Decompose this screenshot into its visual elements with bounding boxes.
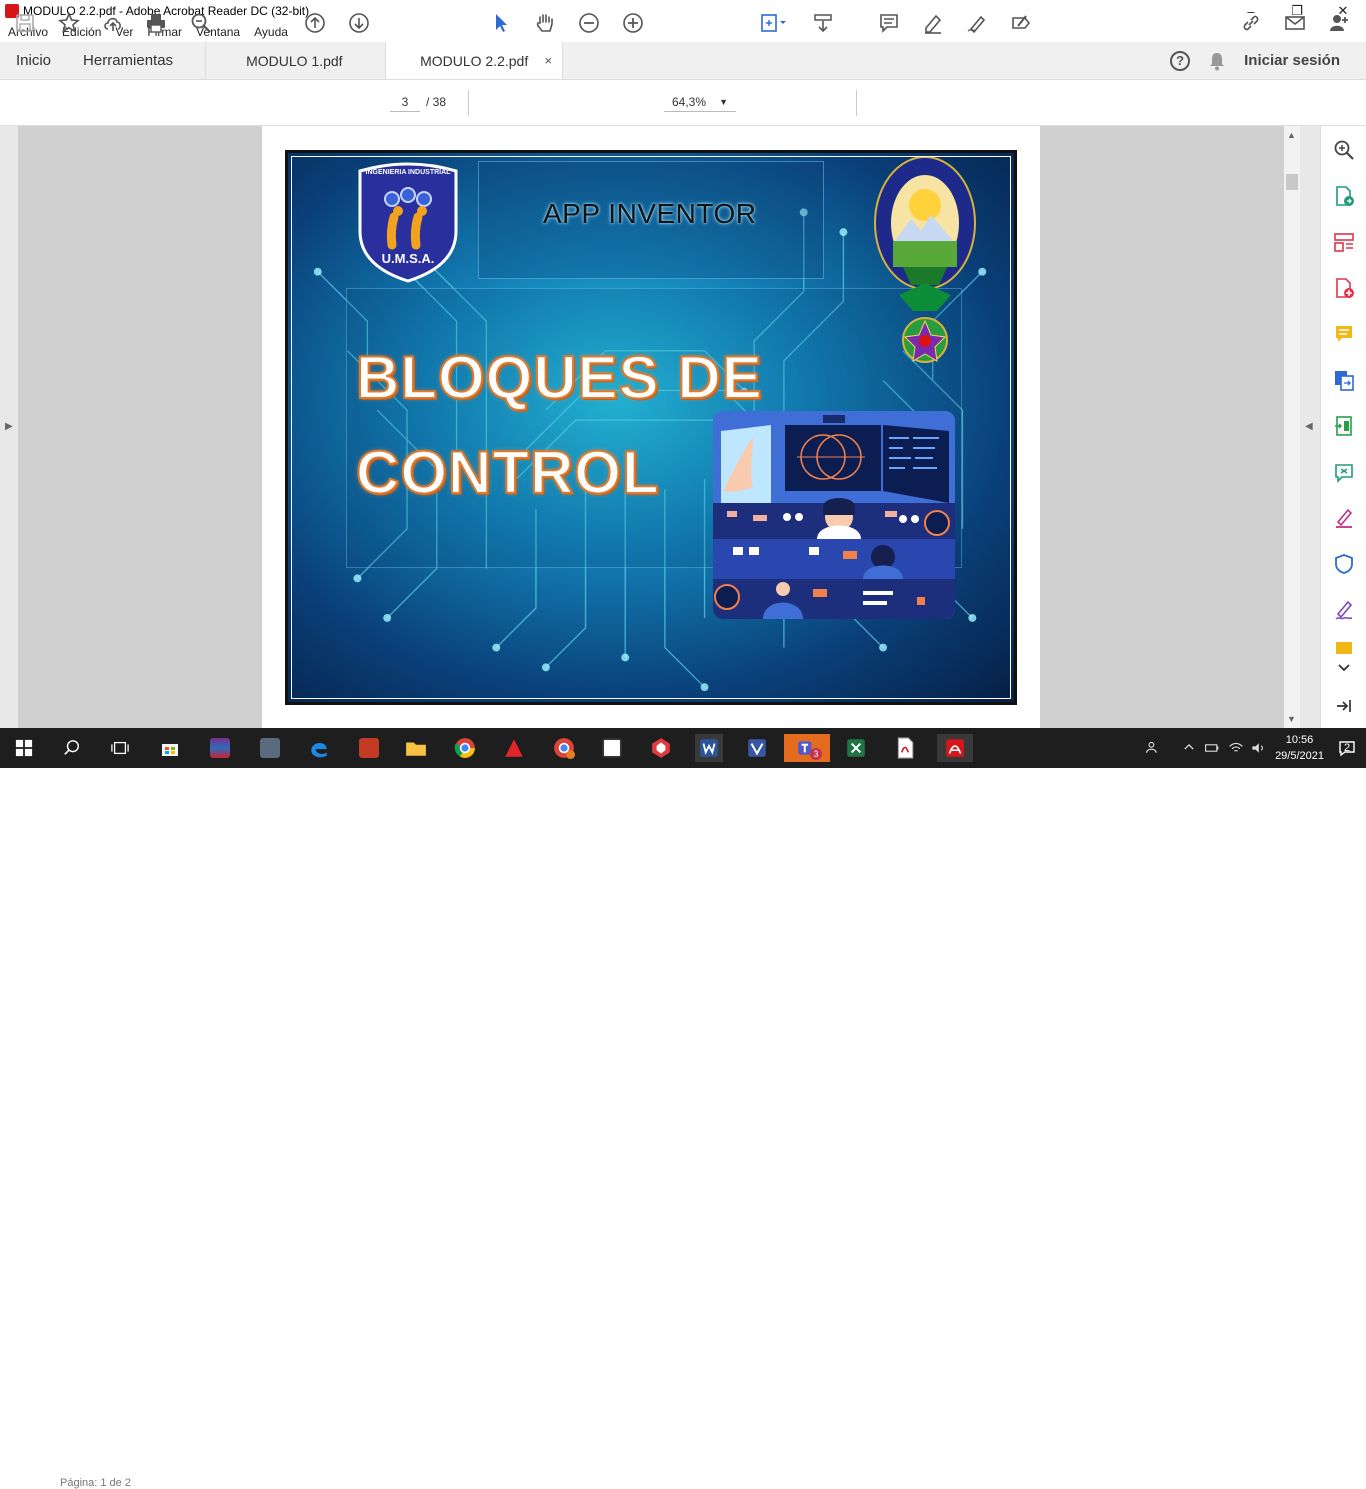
bell-icon[interactable] <box>1208 51 1226 71</box>
tab-document-modulo-2-2[interactable]: MODULO 2.2.pdf × <box>385 42 564 79</box>
pdf-file-icon[interactable] <box>891 734 919 762</box>
store-icon[interactable] <box>156 734 184 762</box>
compress-pdf-icon[interactable] <box>1332 414 1356 438</box>
system-clock[interactable]: 10:56 29/5/2021 <box>1275 732 1324 764</box>
search-zoom-icon[interactable] <box>1332 138 1356 162</box>
chrome-icon[interactable] <box>451 734 479 762</box>
combine-files-icon[interactable] <box>1332 368 1356 392</box>
teams-icon[interactable]: 3 <box>784 734 830 762</box>
fill-and-sign-icon[interactable] <box>1332 506 1356 530</box>
collapse-pane-icon[interactable] <box>1332 694 1356 718</box>
right-panel-toggle[interactable]: ◀ <box>1300 126 1320 728</box>
slide-inner-border <box>291 156 1011 699</box>
tab-home[interactable]: Inicio <box>0 42 67 79</box>
fill-sign-icon[interactable] <box>1008 10 1034 36</box>
teams-badge: 3 <box>810 748 822 760</box>
highlight-pen-icon[interactable] <box>920 10 946 36</box>
left-panel-toggle[interactable]: ▶ <box>0 126 18 728</box>
notification-center-icon[interactable]: 2 <box>1336 737 1358 759</box>
app-icon[interactable] <box>598 734 626 762</box>
zoom-level-select[interactable]: 64,3% ▼ <box>664 92 736 112</box>
sign-in-button[interactable]: Iniciar sesión <box>1244 52 1340 69</box>
search-icon[interactable] <box>58 734 86 762</box>
organize-pages-icon[interactable] <box>1332 230 1356 254</box>
chevron-down-icon: ▼ <box>719 97 728 107</box>
excel-icon[interactable] <box>842 734 870 762</box>
sign-pen-icon[interactable] <box>964 10 990 36</box>
tab-document-modulo-1[interactable]: MODULO 1.pdf <box>205 42 385 79</box>
star-icon[interactable] <box>56 10 82 36</box>
scroll-down-icon[interactable]: ▼ <box>1287 714 1296 724</box>
comment-icon[interactable] <box>876 10 902 36</box>
fit-page-icon[interactable] <box>755 10 791 36</box>
tab-label: MODULO 2.2.pdf <box>420 52 529 69</box>
app-icon[interactable] <box>355 734 383 762</box>
wifi-icon[interactable] <box>1228 740 1244 759</box>
previous-page-icon[interactable] <box>302 10 328 36</box>
visio-icon[interactable] <box>743 734 771 762</box>
help-icon[interactable]: ? <box>1170 50 1191 71</box>
notification-count: 2 <box>1343 742 1351 754</box>
create-pdf-icon[interactable] <box>1332 276 1356 300</box>
background-window-text: Página: 1 de 2 <box>60 1477 131 1489</box>
select-cursor-icon[interactable] <box>488 10 514 36</box>
request-signature-icon[interactable] <box>1332 598 1356 622</box>
tools-pane <box>1320 126 1366 728</box>
word-icon[interactable] <box>695 734 723 762</box>
page-total: / 38 <box>426 95 447 109</box>
chrome-profile-icon[interactable] <box>550 734 578 762</box>
zoom-value: 64,3% <box>672 95 707 109</box>
task-view-icon[interactable] <box>106 734 134 762</box>
acrobat-taskbar-icon[interactable] <box>937 734 973 762</box>
hand-tool-icon[interactable] <box>532 10 558 36</box>
protect-shield-icon[interactable] <box>1332 552 1356 576</box>
autocad-icon[interactable] <box>500 734 528 762</box>
edge-icon[interactable] <box>305 734 333 762</box>
scroll-up-icon[interactable]: ▲ <box>1287 130 1296 140</box>
scrollbar-thumb[interactable] <box>1286 174 1298 190</box>
tab-tools[interactable]: Herramientas <box>67 42 205 79</box>
chevron-up-icon[interactable] <box>1182 740 1196 757</box>
clock-time: 10:56 <box>1285 734 1314 746</box>
toolbar-divider <box>468 90 469 116</box>
email-icon[interactable] <box>1282 10 1308 36</box>
zoom-in-icon[interactable] <box>620 10 646 36</box>
comment-tool-icon[interactable] <box>1332 322 1356 346</box>
chevron-right-icon: ▶ <box>5 421 13 432</box>
share-link-icon[interactable] <box>1238 10 1264 36</box>
clock-date: 29/5/2021 <box>1275 750 1324 762</box>
zoom-search-icon[interactable] <box>188 10 214 36</box>
app-icon[interactable] <box>256 734 284 762</box>
winrar-icon[interactable] <box>206 734 234 762</box>
chevron-down-icon[interactable] <box>1332 656 1356 680</box>
send-for-comments-icon[interactable] <box>1332 460 1356 484</box>
more-tools-icon[interactable] <box>1332 640 1356 654</box>
volume-icon[interactable] <box>1250 740 1266 759</box>
menu-ayuda[interactable]: Ayuda <box>254 25 288 39</box>
battery-icon[interactable] <box>1204 740 1220 759</box>
zoom-out-icon[interactable] <box>576 10 602 36</box>
tab-bar: Inicio Herramientas MODULO 1.pdf MODULO … <box>0 42 1366 80</box>
tab-label: MODULO 1.pdf <box>246 52 343 69</box>
sketchup-icon[interactable] <box>647 734 675 762</box>
add-user-icon[interactable] <box>1326 10 1352 36</box>
windows-start-icon[interactable] <box>10 734 38 762</box>
next-page-icon[interactable] <box>346 10 372 36</box>
vertical-scrollbar[interactable]: ▲ ▼ <box>1284 126 1300 728</box>
print-icon[interactable] <box>143 10 169 36</box>
slide-image: U.M.S.A. INGENIERIA INDUSTRIAL APP INVEN… <box>285 150 1017 705</box>
close-tab-icon[interactable]: × <box>544 53 552 68</box>
chevron-left-icon: ◀ <box>1305 421 1313 432</box>
taskbar: Página: 1 de 2 3 10:56 29/5/2021 2 <box>0 728 1366 1489</box>
people-icon[interactable] <box>1145 740 1161 759</box>
export-pdf-icon[interactable] <box>1332 184 1356 208</box>
save-icon[interactable] <box>12 10 38 36</box>
page-number-input[interactable]: 3 <box>390 92 420 112</box>
scroll-mode-icon[interactable] <box>810 10 836 36</box>
file-explorer-icon[interactable] <box>402 734 430 762</box>
cloud-upload-icon[interactable] <box>100 10 126 36</box>
toolbar-divider <box>856 90 857 116</box>
